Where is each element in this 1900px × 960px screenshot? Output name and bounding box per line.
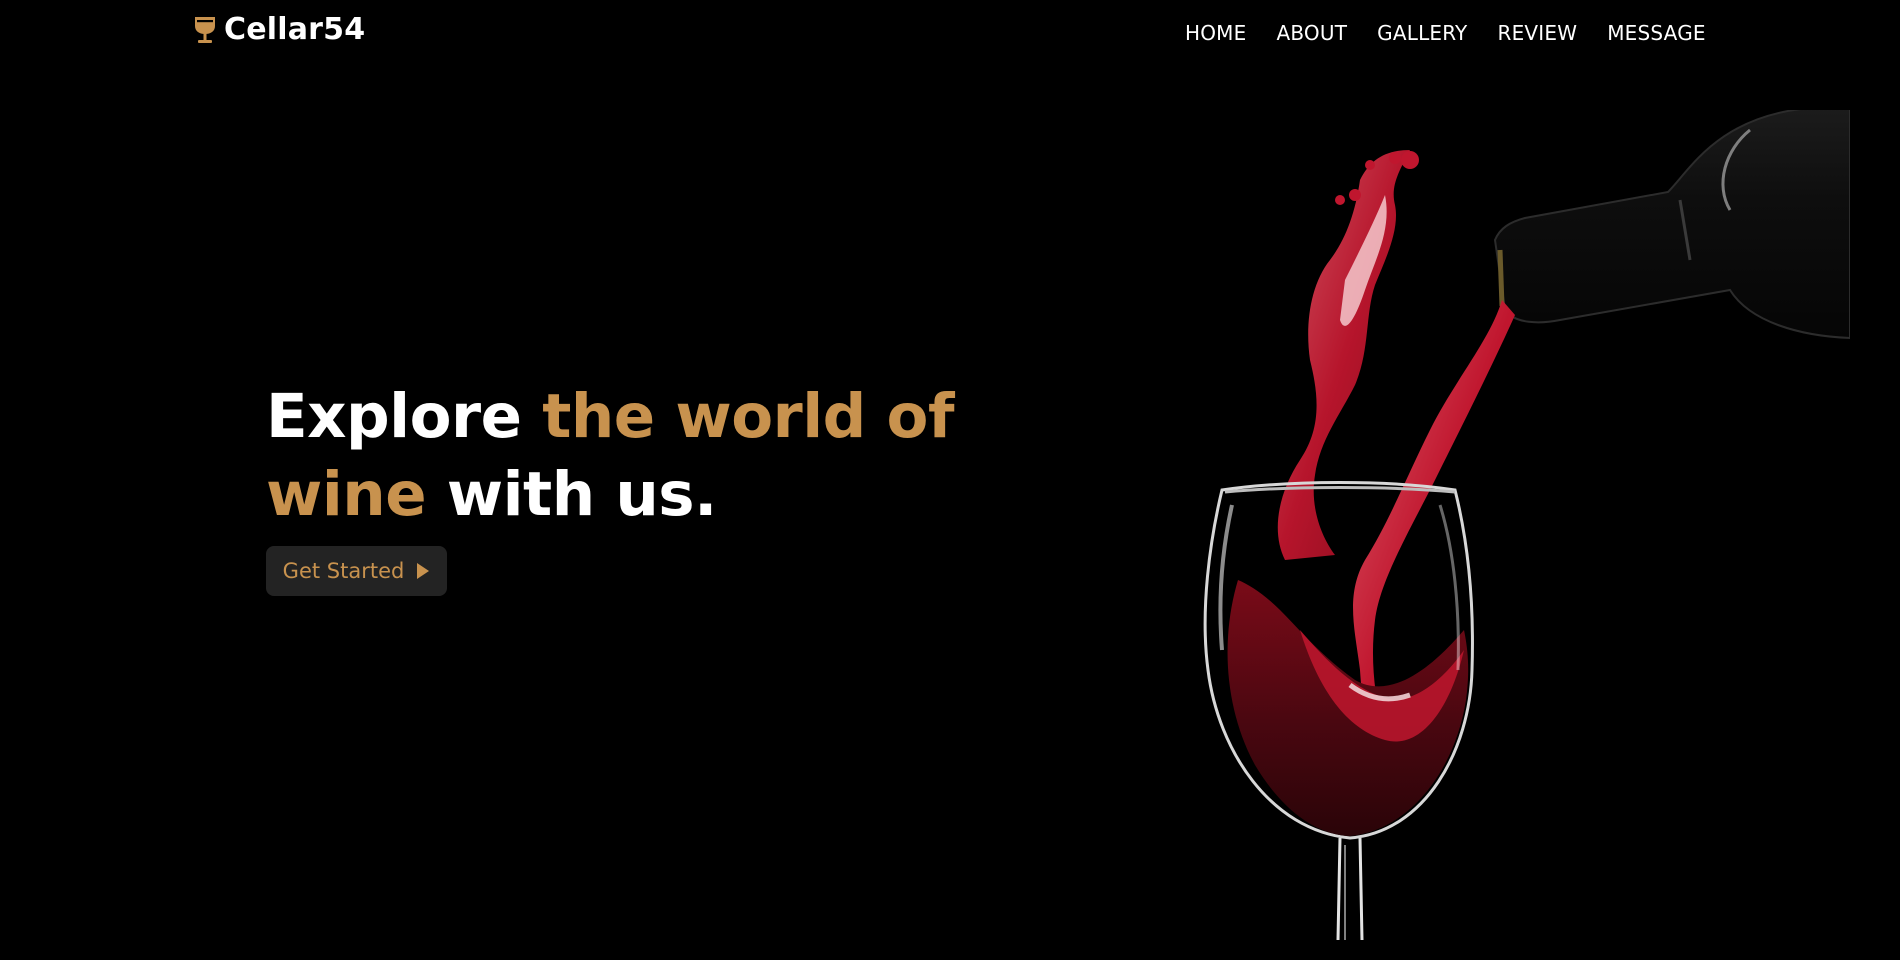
nav-gallery[interactable]: GALLERY <box>1377 18 1467 48</box>
get-started-button[interactable]: Get Started <box>266 546 447 596</box>
main-nav: HOME ABOUT GALLERY REVIEW MESSAGE <box>1185 18 1706 48</box>
hero-title: Explore the world of wine with us. <box>266 378 954 534</box>
hero-title-part1: Explore <box>266 381 543 452</box>
landing-page: Cellar54 HOME ABOUT GALLERY REVIEW MESSA… <box>0 0 1900 960</box>
wine-pour-image <box>1203 110 1850 940</box>
play-icon <box>417 563 430 579</box>
hero-title-part2: with us. <box>426 459 717 530</box>
nav-message[interactable]: MESSAGE <box>1607 18 1706 48</box>
nav-review[interactable]: REVIEW <box>1497 18 1577 48</box>
hero-title-accent2: wine <box>266 459 427 530</box>
nav-about[interactable]: ABOUT <box>1276 18 1347 48</box>
hero-title-accent1: the world of <box>542 381 954 452</box>
nav-home[interactable]: HOME <box>1185 18 1246 48</box>
wine-glass-icon <box>195 16 215 43</box>
get-started-label: Get Started <box>282 559 405 583</box>
brand-name: Cellar54 <box>224 12 366 47</box>
brand-logo-link[interactable]: Cellar54 <box>194 12 365 47</box>
wine-bottle <box>1493 110 1850 340</box>
